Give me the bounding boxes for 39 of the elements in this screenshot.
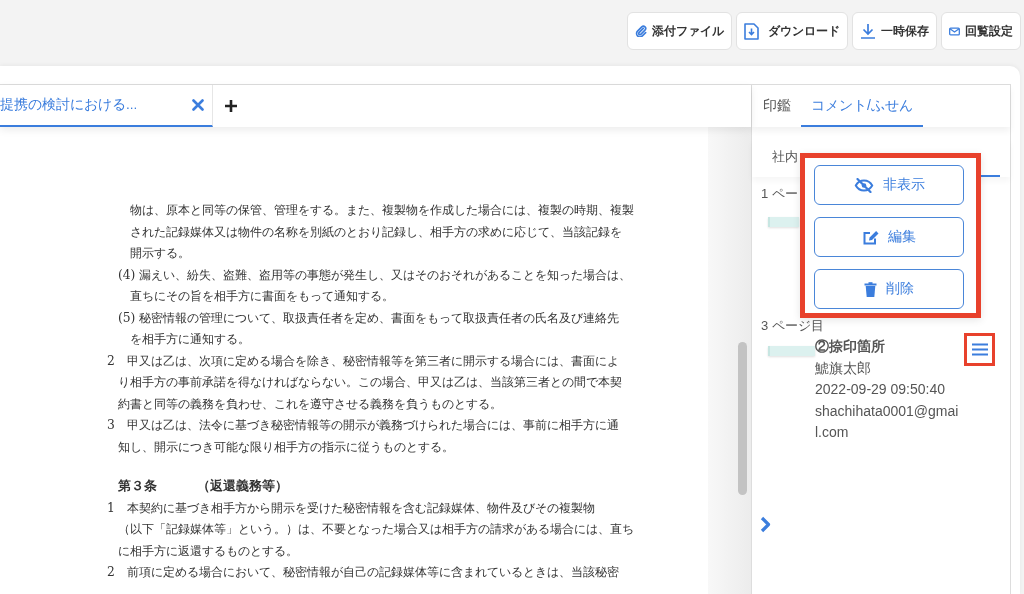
comment-title: ②捺印箇所 [815,338,886,356]
article-number: 第３条 [118,478,157,495]
edit-icon [862,229,879,245]
download-icon [860,23,876,39]
comment-email: shachihata0001@gmail.com [815,401,960,442]
eye-slash-icon [853,177,874,193]
file-download-icon [744,22,759,40]
document-paragraph: 2 甲又は乙は、次項に定める場合を除き、秘密情報等を第三者に開示する場合には、書面によ り相手方の事前承諾を得なければならない。この場合、甲又は乙は、当該第三者との間で本契 約書と同等の義務を負わせ、これを遵守させる義務を負うものとする。 [106,352,623,413]
delete-button[interactable]: 削除 [814,269,964,309]
attach-file-button[interactable]: 添付ファイル [627,12,732,50]
scrollbar-thumb[interactable] [738,342,747,495]
comment-date: 2022-09-29 09:50:40 [815,380,946,399]
comment-author: 鯱旗太郎 [815,358,872,378]
hide-button[interactable]: 非表示 [814,165,964,205]
edit-button[interactable]: 編集 [814,217,964,257]
close-icon[interactable] [192,99,204,111]
envelope-icon [949,26,960,36]
document-paragraph: (4) 漏えい、紛失、盗難、盗用等の事態が発生し、又はそのおそれがあることを知った場合は、 直ちにその旨を相手方に書面をもって通知する。 [117,266,633,305]
trash-icon [864,281,877,297]
document-paragraph: 3 甲又は乙は、法令に基づき秘密情報等の開示が義務づけられた場合には、事前に相手方に通 知し、開示につき可能な限り相手方の指示に従うものとする。 [106,417,620,456]
paperclip-icon [635,25,647,37]
stamp-thumbnail [768,217,799,227]
plus-icon[interactable] [224,99,238,113]
document-paragraph: 2 前項に定める場合において、秘密情報が自己の記録媒体等に含まれているときは、当該秘密 [106,564,620,581]
filter-tab[interactable]: 社内 [772,139,798,177]
panel-tab[interactable]: コメント/ふせん [801,85,923,127]
menu-icon[interactable] [971,343,988,356]
document-paragraph: (5) 秘密情報の管理について、取扱責任者を定め、書面をもって取扱責任者の氏名及び連絡先 を相手方に通知する。 [117,309,621,348]
temporary-save-button[interactable]: 一時保存 [852,12,937,50]
page-label: 3 ページ目 [761,317,824,335]
panel-tab[interactable]: 印鑑 [753,85,801,127]
page-label: 1 ペー [761,185,798,203]
stamp-thumbnail [768,346,815,356]
chevron-right-icon[interactable] [760,515,771,533]
document-paragraph: 1 本契約に基づき相手方から開示を受けた秘密情報を含む記録媒体、物件及びその複製物 （以下「記録媒体等」という。）は、不要となった場合又は相手方の請求がある場合には、直ち に相手方に返還するものとする。 [106,499,635,560]
article-title: （返還義務等） [197,478,288,495]
circulation-settings-button[interactable]: 回覧設定 [941,12,1021,50]
document-paragraph: 物は、原本と同等の保管、管理をする。また、複製物を作成した場合には、複製の時期、複製 された記録媒体又は物件の名称を別紙のとおり記録し、相手方の求めに応じて、当該記録を 開示する。 [129,202,635,262]
download-button[interactable]: ダウンロード [736,12,848,50]
